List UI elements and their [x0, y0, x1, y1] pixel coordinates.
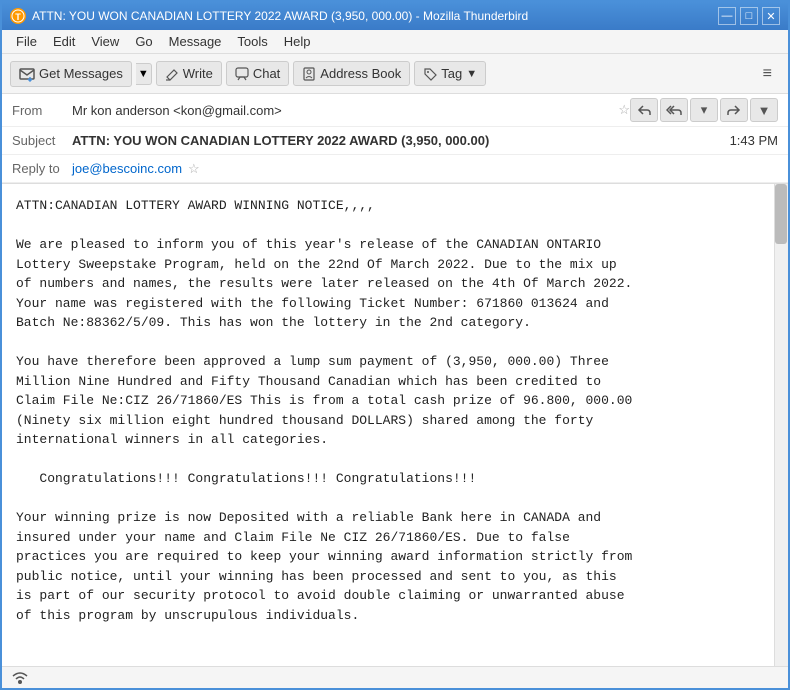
window-controls: — □ ✕: [718, 7, 780, 25]
menu-message[interactable]: Message: [163, 32, 228, 51]
subject-value: ATTN: YOU WON CANADIAN LOTTERY 2022 AWAR…: [72, 133, 730, 148]
reply-icon: [637, 103, 651, 117]
menu-tools[interactable]: Tools: [231, 32, 273, 51]
scrollbar-thumb[interactable]: [775, 184, 787, 244]
status-bar: [2, 666, 788, 688]
reply-all-icon: [666, 103, 682, 117]
app-icon: T: [10, 8, 26, 24]
chat-button[interactable]: Chat: [226, 61, 289, 86]
write-button[interactable]: Write: [156, 61, 222, 86]
app-window: T ATTN: YOU WON CANADIAN LOTTERY 2022 AW…: [0, 0, 790, 690]
from-row: From Mr kon anderson <kon@gmail.com> ☆: [2, 94, 788, 127]
tag-icon: [423, 67, 437, 81]
more-actions-button[interactable]: ▼: [750, 98, 778, 122]
email-actions: ▾ ▼: [630, 98, 778, 122]
close-button[interactable]: ✕: [762, 7, 780, 25]
menu-view[interactable]: View: [85, 32, 125, 51]
from-value: Mr kon anderson <kon@gmail.com>: [72, 103, 612, 118]
address-book-icon: [302, 67, 316, 81]
menu-bar: File Edit View Go Message Tools Help: [2, 30, 788, 54]
chat-icon: [235, 67, 249, 81]
get-messages-button[interactable]: Get Messages: [10, 61, 132, 87]
write-icon: [165, 67, 179, 81]
get-messages-dropdown[interactable]: ▼: [136, 63, 152, 85]
reply-all-button[interactable]: [660, 98, 688, 122]
reply-to-star-icon[interactable]: ☆: [188, 161, 200, 177]
reply-button[interactable]: [630, 98, 658, 122]
tag-button[interactable]: Tag ▼: [414, 61, 486, 86]
title-bar-left: T ATTN: YOU WON CANADIAN LOTTERY 2022 AW…: [10, 8, 528, 24]
prev-button[interactable]: ▾: [690, 98, 718, 122]
from-star-icon[interactable]: ☆: [618, 102, 630, 118]
forward-button[interactable]: [720, 98, 748, 122]
title-bar: T ATTN: YOU WON CANADIAN LOTTERY 2022 AW…: [2, 2, 788, 30]
toolbar: Get Messages ▼ Write Chat Address Book: [2, 54, 788, 94]
forward-icon: [727, 103, 741, 117]
subject-row: Subject ATTN: YOU WON CANADIAN LOTTERY 2…: [2, 127, 788, 155]
subject-label: Subject: [12, 133, 72, 148]
reply-to-row: Reply to joe@bescoinc.com ☆: [2, 155, 788, 183]
minimize-button[interactable]: —: [718, 7, 736, 25]
maximize-button[interactable]: □: [740, 7, 758, 25]
email-body-container: ATTN:CANADIAN LOTTERY AWARD WINNING NOTI…: [2, 184, 788, 666]
scrollbar-track[interactable]: [774, 184, 788, 666]
menu-file[interactable]: File: [10, 32, 43, 51]
email-header: From Mr kon anderson <kon@gmail.com> ☆: [2, 94, 788, 184]
from-label: From: [12, 103, 72, 118]
window-title: ATTN: YOU WON CANADIAN LOTTERY 2022 AWAR…: [32, 9, 528, 23]
connection-icon: [10, 668, 30, 687]
email-time: 1:43 PM: [730, 133, 778, 148]
address-book-button[interactable]: Address Book: [293, 61, 410, 86]
get-messages-icon: [19, 66, 35, 82]
menu-go[interactable]: Go: [129, 32, 158, 51]
svg-text:T: T: [15, 12, 21, 22]
signal-icon: [10, 668, 30, 684]
reply-to-value[interactable]: joe@bescoinc.com: [72, 161, 182, 176]
email-body: ATTN:CANADIAN LOTTERY AWARD WINNING NOTI…: [2, 184, 788, 637]
reply-to-label: Reply to: [12, 161, 72, 176]
menu-edit[interactable]: Edit: [47, 32, 81, 51]
hamburger-menu[interactable]: ≡: [755, 61, 780, 87]
menu-help[interactable]: Help: [278, 32, 317, 51]
